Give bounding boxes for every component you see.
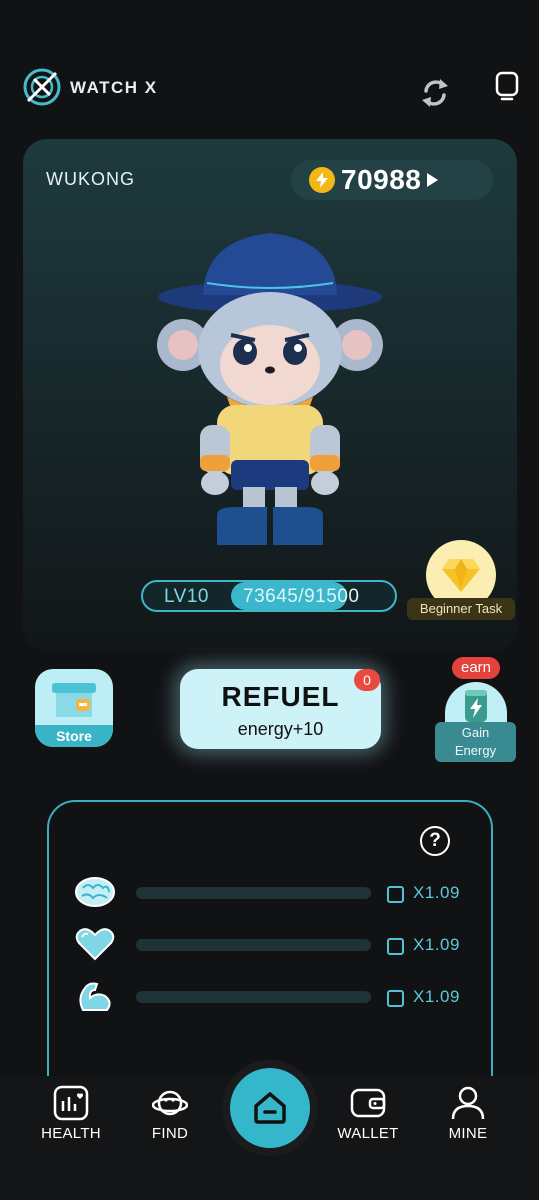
play-arrow-icon [427, 173, 439, 187]
nav-mine[interactable]: MINE [423, 1085, 513, 1145]
refuel-title: REFUEL [221, 681, 340, 712]
refuel-subtitle: energy+10 [237, 719, 324, 739]
refuel-count-badge: 0 [354, 669, 380, 691]
coin-value: 70988 [341, 164, 422, 195]
nav-health[interactable]: HEALTH [26, 1085, 116, 1145]
home-button[interactable] [222, 1060, 318, 1156]
store-button[interactable]: Store [35, 669, 113, 747]
gain-energy-button[interactable]: Gain Energy [435, 682, 516, 762]
level-label: LV10 [164, 586, 209, 607]
heart-icon [75, 928, 115, 961]
nav-find-label: FIND [151, 1125, 189, 1142]
heart-checkbox[interactable] [387, 938, 404, 955]
nav-health-label: HEALTH [41, 1125, 101, 1142]
muscle-icon [79, 982, 111, 1011]
store-label: Store [35, 725, 113, 747]
energy-can-icon [465, 690, 487, 722]
muscle-progress-track [136, 991, 371, 1003]
refuel-button[interactable]: REFUEL energy+10 [180, 669, 381, 749]
level-xp-value: 73645/91500 [243, 586, 360, 607]
diamond-icon [442, 559, 480, 592]
nav-wallet-label: WALLET [337, 1125, 399, 1142]
heart-progress-track [136, 939, 371, 951]
beginner-task-label[interactable]: Beginner Task [407, 598, 515, 620]
muscle-checkbox[interactable] [387, 990, 404, 1007]
nav-mine-label: MINE [448, 1125, 488, 1142]
brain-checkbox[interactable] [387, 886, 404, 903]
character-avatar[interactable] [155, 225, 385, 560]
wallet-icon [350, 1088, 386, 1118]
smartwatch-button[interactable] [491, 70, 523, 104]
store-icon [52, 683, 96, 717]
home-icon [254, 1092, 286, 1124]
gain-energy-label-line1: Gain [461, 725, 490, 740]
heart-multiplier: X1.09 [413, 935, 460, 954]
gain-energy-label: Gain Energy [435, 722, 516, 762]
planet-icon [152, 1090, 188, 1116]
earn-badge: earn [452, 657, 500, 679]
brain-progress-track [136, 887, 371, 899]
brain-icon [75, 877, 115, 907]
sync-icon [422, 79, 448, 107]
watch-x-logo-icon [22, 67, 62, 107]
coin-icon [309, 167, 335, 193]
smartwatch-icon [495, 71, 519, 101]
sync-button[interactable] [417, 73, 453, 113]
app-name: WATCH X [70, 78, 158, 97]
coin-balance-button[interactable]: 70988 [291, 160, 493, 200]
user-icon [451, 1086, 485, 1120]
gain-energy-label-line2: Energy [454, 743, 497, 758]
brain-multiplier: X1.09 [413, 883, 460, 902]
nav-wallet[interactable]: WALLET [323, 1085, 413, 1145]
health-chart-icon [53, 1085, 89, 1121]
help-button[interactable]: ? [420, 826, 450, 856]
character-name: WUKONG [46, 169, 135, 189]
muscle-multiplier: X1.09 [413, 987, 460, 1006]
nav-find[interactable]: FIND [125, 1085, 215, 1145]
